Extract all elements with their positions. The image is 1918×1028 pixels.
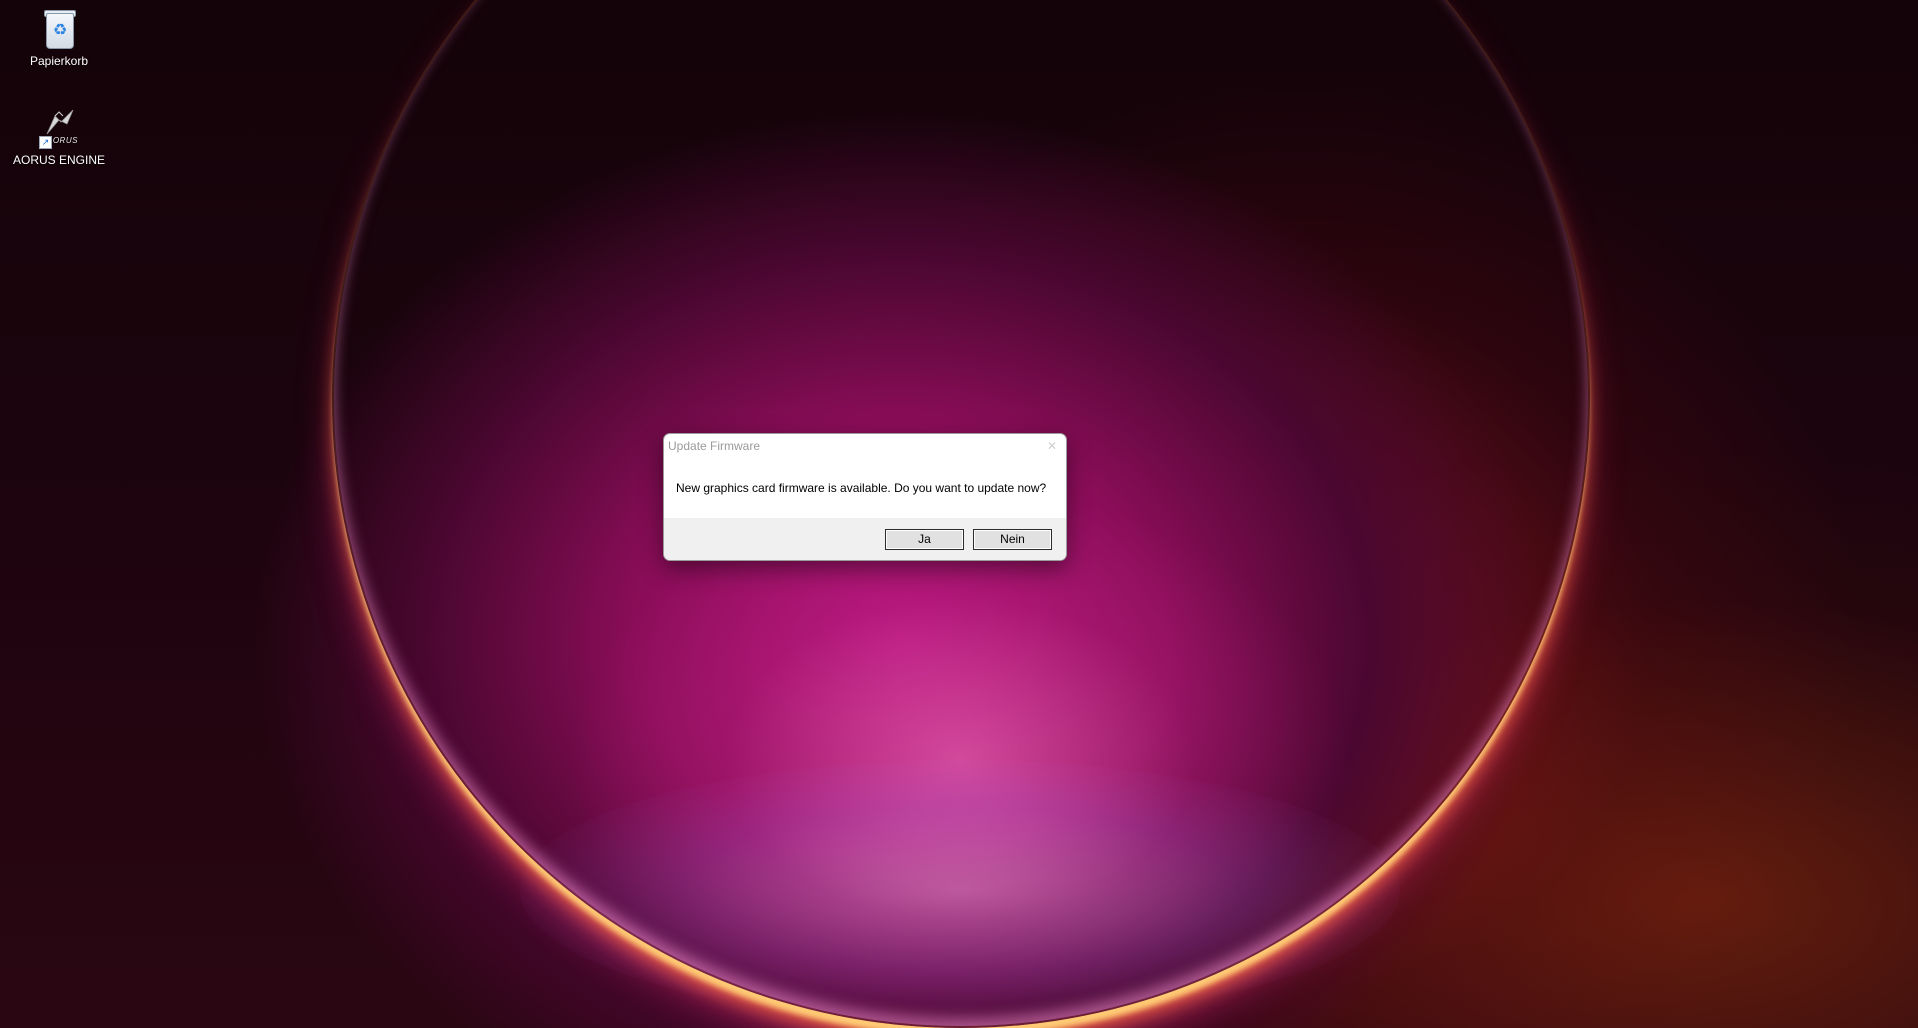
dialog-titlebar[interactable]: Update Firmware ✕ — [664, 434, 1066, 458]
desktop-icon-recycle-bin[interactable]: ♻ Papierkorb — [9, 7, 109, 68]
aorus-engine-icon: AORUS ↗ — [37, 106, 81, 150]
no-button[interactable]: Nein — [973, 529, 1052, 550]
desktop-icon-aorus-engine[interactable]: AORUS ↗ AORUS ENGINE — [9, 106, 109, 167]
dialog-message: New graphics card firmware is available.… — [676, 481, 1047, 495]
close-icon[interactable]: ✕ — [1044, 438, 1060, 454]
dialog-button-bar: Ja Nein — [664, 518, 1066, 560]
shortcut-arrow-icon: ↗ — [39, 136, 52, 149]
desktop-icon-label: Papierkorb — [29, 54, 89, 68]
update-firmware-dialog: Update Firmware ✕ New graphics card firm… — [663, 433, 1067, 561]
aorus-eagle-logo — [46, 109, 74, 135]
yes-button[interactable]: Ja — [885, 529, 964, 550]
recycle-bin-icon: ♻ — [37, 7, 81, 51]
desktop-icon-label: AORUS ENGINE — [12, 153, 105, 167]
dialog-title: Update Firmware — [668, 439, 761, 453]
